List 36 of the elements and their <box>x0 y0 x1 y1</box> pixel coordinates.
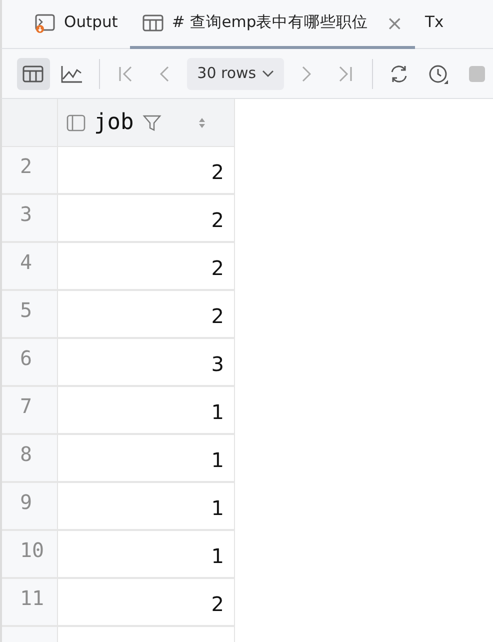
table-view-button[interactable] <box>17 58 50 90</box>
next-page-icon <box>302 66 311 82</box>
sort-icon[interactable] <box>198 116 206 130</box>
table-icon <box>22 64 44 84</box>
table-cell[interactable]: 3 <box>58 339 235 387</box>
console-icon <box>34 12 56 34</box>
table-cell[interactable]: 1 <box>58 531 235 579</box>
table-cell[interactable]: 2 <box>58 243 235 291</box>
table-cell[interactable]: 2 <box>58 579 235 627</box>
row-number: 4 <box>2 243 58 291</box>
editor-tab[interactable]: Tx <box>415 0 456 49</box>
table-cell[interactable]: 2 <box>58 195 235 243</box>
table-icon <box>142 13 164 33</box>
column-name: job <box>94 109 134 137</box>
row-number: 5 <box>2 291 58 339</box>
panel-icon <box>66 112 86 132</box>
row-number: 10 <box>2 531 58 579</box>
table-cell[interactable]: 1 <box>58 387 235 435</box>
row-number: 6 <box>2 339 58 387</box>
row-number: 9 <box>2 483 58 531</box>
caret-icon <box>262 70 274 78</box>
table-cell[interactable]: 2 <box>58 291 235 339</box>
row-number: 8 <box>2 435 58 483</box>
page-size-dropdown[interactable]: 30 rows <box>187 58 284 90</box>
table-cell[interactable]: 1 <box>58 483 235 531</box>
table-cell[interactable]: 1 <box>58 435 235 483</box>
chart-icon <box>60 64 84 84</box>
row-number: 3 <box>2 195 58 243</box>
table-cell[interactable]: 2 <box>58 147 235 195</box>
row-number: 7 <box>2 387 58 435</box>
column-header[interactable]: job <box>58 99 235 147</box>
history-icon <box>426 62 449 84</box>
editor-tab[interactable]: Output <box>22 0 130 49</box>
filter-icon[interactable] <box>142 112 162 132</box>
row-number: 11 <box>2 579 58 627</box>
row-number: 2 <box>2 147 58 195</box>
